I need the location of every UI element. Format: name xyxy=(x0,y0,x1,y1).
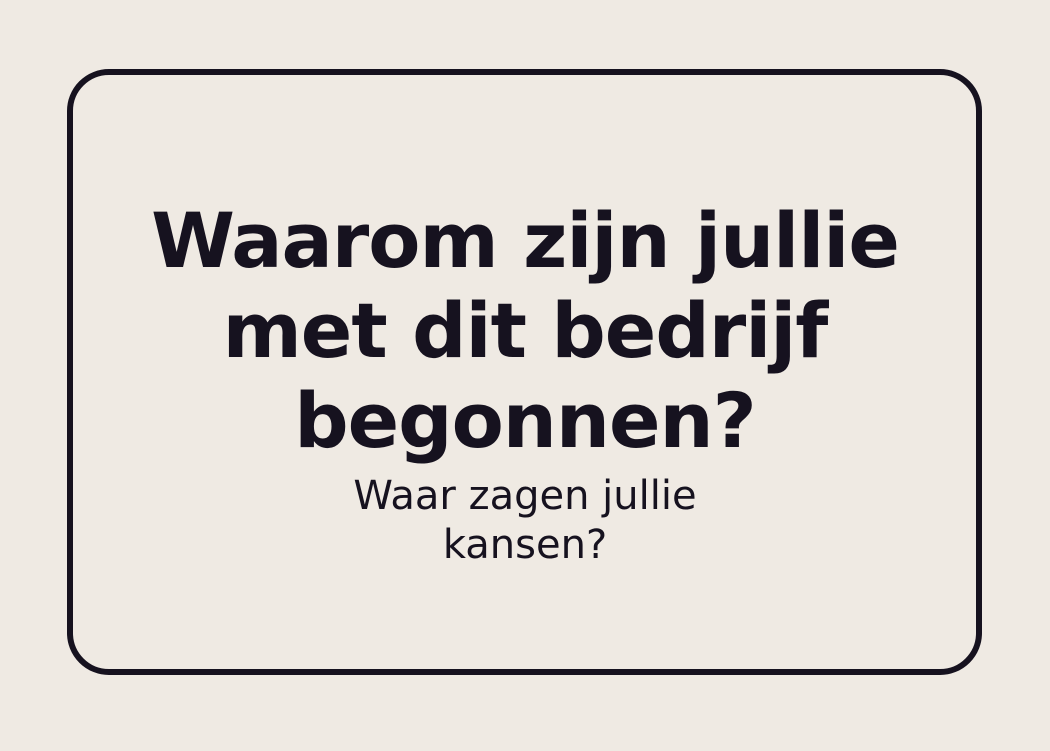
sub-question-line-2: kansen? xyxy=(442,522,608,568)
sub-question-line-1: Waar zagen jullie xyxy=(353,473,697,519)
main-question-line-2: met dit bedrijf xyxy=(222,286,829,375)
main-question-line-1: Waarom zijn jullie xyxy=(151,196,900,285)
sub-question: Waar zagen jullie kansen? xyxy=(0,472,1050,570)
main-question: Waarom zijn jullie met dit bedrijf begon… xyxy=(0,196,1050,466)
main-question-line-3: begonnen? xyxy=(294,376,757,465)
